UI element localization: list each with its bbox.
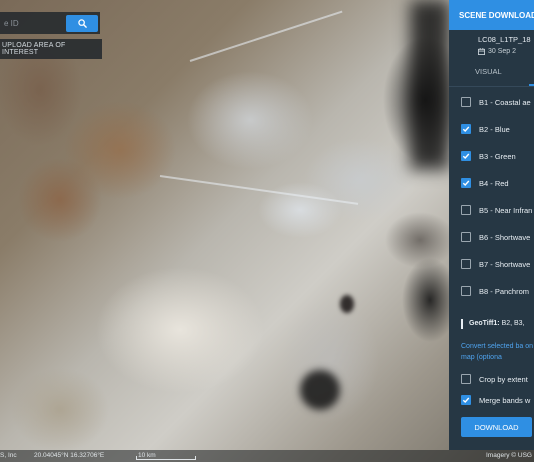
terrain-dark-crater	[300, 370, 340, 410]
cursor-coordinates: 20.04045°N 16.32706°E	[34, 452, 105, 459]
band-option[interactable]: B7 - Shortwave	[449, 257, 534, 271]
search-box	[0, 12, 100, 34]
geotiff-bands: B2, B3,	[501, 320, 525, 327]
scene-date: 30 Sep 2	[488, 48, 517, 55]
check-icon	[462, 126, 470, 133]
band-label: B3 - Green	[479, 151, 516, 161]
option-checkbox[interactable]	[461, 374, 471, 384]
download-button[interactable]: DOWNLOAD	[461, 417, 532, 437]
band-checkbox[interactable]	[461, 232, 471, 242]
band-label: B5 - Near Infran	[479, 205, 533, 215]
check-icon	[462, 397, 470, 404]
option-label: Merge bands w	[479, 395, 531, 405]
band-checkbox[interactable]	[461, 97, 471, 107]
scene-id: LC08_L1TP_18	[478, 35, 531, 44]
search-input[interactable]	[0, 12, 64, 34]
band-label: B8 - Panchrom	[479, 286, 530, 296]
crop-by-extent-option[interactable]: Crop by extent	[449, 372, 534, 386]
terrain-dry-riverbed	[159, 175, 359, 205]
geotiff-label: GeoTiff1:	[469, 320, 500, 327]
tab-divider	[449, 86, 534, 87]
band-checkbox[interactable]	[461, 286, 471, 296]
band-checkbox[interactable]	[461, 124, 471, 134]
band-option[interactable]: B4 - Red	[449, 176, 534, 190]
band-option[interactable]: B1 - Coastal ae	[449, 95, 534, 109]
band-option[interactable]: B6 - Shortwave	[449, 230, 534, 244]
calendar-icon	[478, 48, 485, 55]
imagery-attribution: Imagery © USG	[486, 452, 532, 459]
band-label: B6 - Shortwave	[479, 232, 531, 242]
upload-area-of-interest-button[interactable]: UPLOAD AREA OF INTEREST	[0, 39, 102, 59]
panel-title: SCENE DOWNLOAD	[449, 0, 534, 30]
band-label: B7 - Shortwave	[479, 259, 531, 269]
band-label: B2 - Blue	[479, 124, 510, 134]
attribution-left: S, Inc	[0, 452, 17, 459]
band-option[interactable]: B2 - Blue	[449, 122, 534, 136]
terrain-dry-riverbed	[189, 10, 343, 62]
scale-bar: 10 km	[136, 451, 196, 460]
band-checkbox[interactable]	[461, 178, 471, 188]
terrain-dark-mountains	[410, 0, 450, 170]
band-label: B1 - Coastal ae	[479, 97, 531, 107]
check-icon	[462, 153, 470, 160]
band-label: B4 - Red	[479, 178, 509, 188]
option-label: Crop by extent	[479, 374, 528, 384]
scale-line	[136, 456, 196, 460]
search-button[interactable]	[66, 15, 98, 32]
scene-download-panel: SCENE DOWNLOAD LC08_L1TP_18 30 Sep 2 VIS…	[449, 0, 534, 450]
band-option[interactable]: B8 - Panchrom	[449, 284, 534, 298]
geotiff-marker	[461, 319, 463, 329]
band-checkbox[interactable]	[461, 205, 471, 215]
band-checkbox[interactable]	[461, 151, 471, 161]
tab-visual[interactable]: VISUAL	[475, 67, 502, 76]
merge-bands-option[interactable]: Merge bands w	[449, 393, 534, 407]
map-footer: S, Inc 20.04045°N 16.32706°E 10 km Image…	[0, 450, 534, 462]
scene-date-row: 30 Sep 2	[478, 48, 516, 55]
option-checkbox[interactable]	[461, 395, 471, 405]
terrain-dark-spot	[340, 295, 354, 313]
convert-bands-link[interactable]: Convert selected ba on the map (optiona	[461, 341, 534, 363]
band-option[interactable]: B5 - Near Infran	[449, 203, 534, 217]
band-checkbox[interactable]	[461, 259, 471, 269]
check-icon	[462, 180, 470, 187]
search-icon	[77, 19, 87, 28]
band-option[interactable]: B3 - Green	[449, 149, 534, 163]
geotiff-summary: GeoTiff1: B2, B3,	[469, 320, 525, 327]
